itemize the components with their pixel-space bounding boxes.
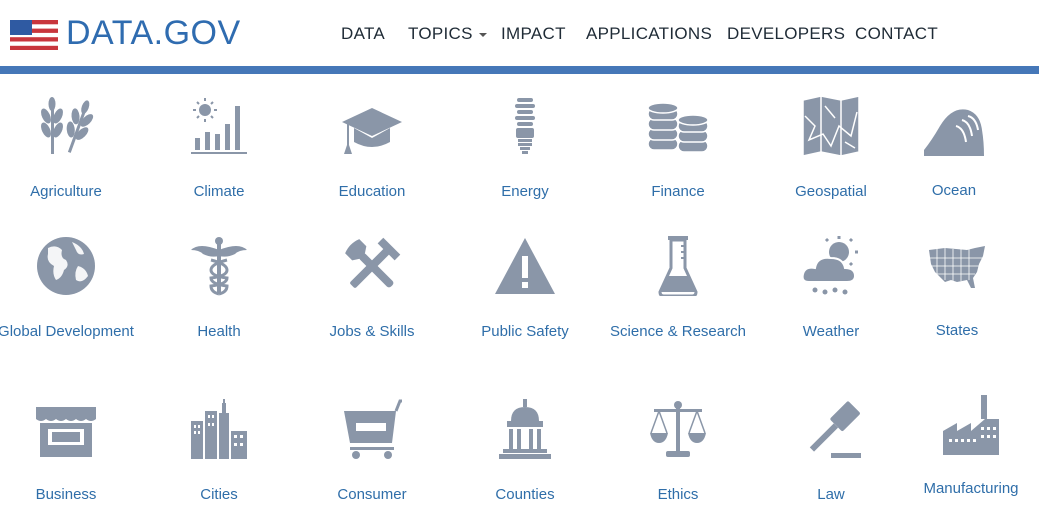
- topic-jobs-skills[interactable]: Jobs & Skills: [297, 236, 447, 366]
- topic-law[interactable]: Law: [756, 399, 906, 529]
- topic-consumer[interactable]: Consumer: [297, 399, 447, 529]
- weather-icon: [801, 236, 861, 296]
- topic-manufacturing[interactable]: Manufacturing: [896, 395, 1039, 525]
- factory-icon: [941, 395, 1001, 455]
- topic-label: Cities: [200, 486, 238, 503]
- topic-label: Global Development: [0, 323, 134, 340]
- lightbulb-icon: [495, 96, 555, 156]
- caduceus-icon: [189, 236, 249, 296]
- scales-icon: [648, 399, 708, 459]
- nav-topics[interactable]: TOPICS: [408, 24, 487, 44]
- storefront-icon: [36, 399, 96, 459]
- city-icon: [189, 399, 249, 459]
- usa-map-icon: [927, 236, 987, 296]
- warning-icon: [495, 236, 555, 296]
- topic-label: Science & Research: [610, 323, 746, 340]
- climate-icon: [189, 96, 249, 156]
- topic-climate[interactable]: Climate: [144, 96, 294, 226]
- graduation-cap-icon: [342, 96, 402, 156]
- nav-contact[interactable]: CONTACT: [855, 24, 938, 44]
- topic-label: Consumer: [337, 486, 407, 503]
- coins-icon: [648, 96, 708, 156]
- topic-cities[interactable]: Cities: [144, 399, 294, 529]
- topic-science-research[interactable]: Science & Research: [603, 236, 753, 366]
- topic-label: States: [935, 322, 979, 339]
- main-nav: DATA TOPICS IMPACT APPLICATIONS DEVELOPE…: [0, 24, 1039, 46]
- topic-agriculture[interactable]: Agriculture: [0, 96, 141, 226]
- beaker-icon: [648, 236, 708, 296]
- topic-label: Public Safety: [481, 323, 569, 340]
- topic-label: Counties: [495, 486, 555, 503]
- globe-icon: [36, 236, 96, 296]
- nav-developers[interactable]: DEVELOPERS: [727, 24, 845, 44]
- topic-label: Business: [35, 486, 97, 503]
- topic-business[interactable]: Business: [0, 399, 141, 529]
- topic-education[interactable]: Education: [297, 96, 447, 226]
- wheat-icon: [36, 96, 96, 156]
- nav-data[interactable]: DATA: [341, 24, 385, 44]
- topic-ocean[interactable]: Ocean: [879, 96, 1029, 226]
- topic-label: Agriculture: [30, 183, 102, 200]
- site-header: DATA.GOV DATA TOPICS IMPACT APPLICATIONS…: [0, 0, 1039, 66]
- topic-global-development[interactable]: Global Development: [0, 236, 141, 366]
- topic-health[interactable]: Health: [144, 236, 294, 366]
- topic-label: Ethics: [657, 486, 699, 503]
- topic-label: Education: [338, 183, 406, 200]
- capitol-icon: [495, 399, 555, 459]
- topic-energy[interactable]: Energy: [450, 96, 600, 226]
- topic-finance[interactable]: Finance: [603, 96, 753, 226]
- nav-topics-label: TOPICS: [408, 24, 473, 43]
- gavel-icon: [801, 399, 861, 459]
- topic-states[interactable]: States: [882, 236, 1032, 366]
- topic-label: Law: [817, 486, 845, 503]
- shopping-cart-icon: [342, 399, 402, 459]
- topic-label: Manufacturing: [923, 480, 1019, 497]
- wave-icon: [924, 96, 984, 156]
- topic-label: Health: [197, 323, 241, 340]
- nav-impact[interactable]: IMPACT: [501, 24, 566, 44]
- topic-ethics[interactable]: Ethics: [603, 399, 753, 529]
- chevron-down-icon: [478, 32, 487, 37]
- topic-label: Ocean: [931, 182, 977, 199]
- nav-applications[interactable]: APPLICATIONS: [586, 24, 712, 44]
- topic-label: Energy: [501, 183, 549, 200]
- map-icon: [801, 96, 861, 156]
- topic-label: Climate: [193, 183, 245, 200]
- topic-public-safety[interactable]: Public Safety: [450, 236, 600, 366]
- tools-icon: [342, 236, 402, 296]
- header-accent-bar: [0, 66, 1039, 74]
- topic-counties[interactable]: Counties: [450, 399, 600, 529]
- topic-label: Jobs & Skills: [329, 323, 415, 340]
- topic-label: Finance: [651, 183, 705, 200]
